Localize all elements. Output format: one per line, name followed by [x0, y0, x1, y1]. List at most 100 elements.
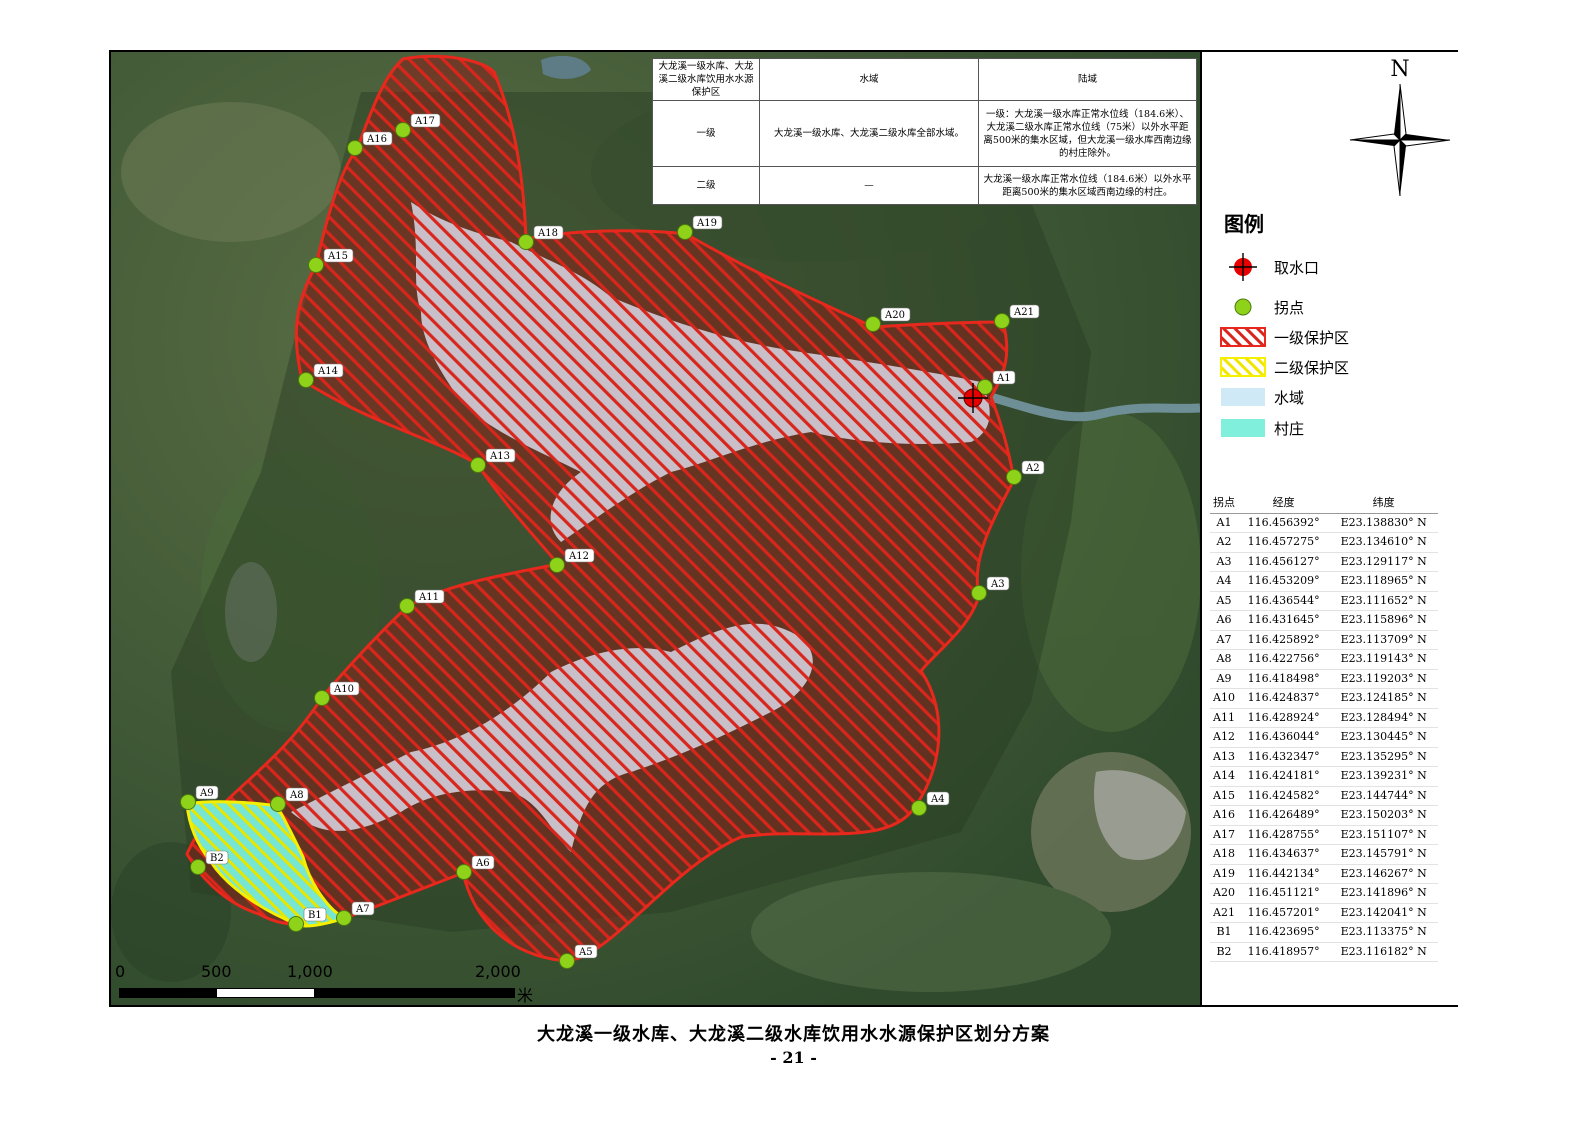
coord-cell-lat: E23.144744° N: [1329, 786, 1438, 806]
legend-item-intake: 取水口: [1220, 253, 1320, 281]
coord-row: A20 116.451121° E23.141896° N: [1210, 883, 1438, 904]
coord-cell-lon: 116.442134°: [1238, 864, 1330, 884]
coord-cell-id: A16: [1210, 805, 1238, 826]
coord-cell-lat: E23.124185° N: [1329, 688, 1438, 709]
point-dot: [270, 796, 286, 812]
coord-cell-lon: 116.434637°: [1238, 844, 1330, 865]
point-dot: [298, 372, 314, 388]
legend-label: 取水口: [1274, 258, 1320, 277]
zone-header-name: 大龙溪一级水库、大龙溪二级水库饮用水水源保护区: [652, 58, 760, 101]
coord-cell-lat: E23.115896° N: [1329, 610, 1438, 631]
zone-water: 大龙溪一级水库、大龙溪二级水库全部水域。: [759, 100, 979, 167]
point-label: A9: [199, 788, 214, 799]
legend-item-water: 水域: [1220, 384, 1304, 410]
yellow-hatch-swatch: [1220, 356, 1266, 378]
coord-cell-lat: E23.119143° N: [1329, 649, 1438, 670]
coord-row: A6 116.431645° E23.115896° N: [1210, 610, 1438, 631]
coord-cell-lon: 116.426489°: [1238, 805, 1330, 826]
coord-row: A21 116.457201° E23.142041° N: [1210, 903, 1438, 923]
coord-cell-id: A7: [1210, 630, 1238, 650]
coord-cell-id: B2: [1210, 942, 1238, 962]
coordinate-table-body: A1 116.456392° E23.138830° N A2 116.457275° E…: [1210, 513, 1438, 962]
coord-row: A17 116.428755° E23.151107° N: [1210, 825, 1438, 845]
coord-cell-lon: 116.436544°: [1238, 591, 1330, 611]
coord-row: A4 116.453209° E23.118965° N: [1210, 571, 1438, 592]
map-frame: A1 A2 A3 A4 A5 A6 A7 A8 A9 A10 A11 A12 A13 A14 A15 A16 A…: [109, 50, 1458, 1007]
intake-icon: [1220, 253, 1266, 281]
coord-row: A18 116.434637° E23.145791° N: [1210, 844, 1438, 865]
coord-row: A5 116.436544° E23.111652° N: [1210, 591, 1438, 611]
point-dot: [971, 585, 987, 601]
coord-cell-lon: 116.432347°: [1238, 747, 1330, 767]
coord-cell-lon: 116.424181°: [1238, 766, 1330, 787]
point-dot: [549, 557, 565, 573]
legend-label: 水域: [1274, 388, 1305, 407]
zone-land: 大龙溪一级水库正常水位线（184.6米）以外水平距离500米的集水区域西南边缘的…: [978, 166, 1197, 205]
point-dot: [190, 859, 206, 875]
figure-caption: 大龙溪一级水库、大龙溪二级水库饮用水水源保护区划分方案: [537, 1024, 1050, 1045]
point-label: A15: [327, 251, 348, 262]
legend-item-point: 拐点: [1220, 294, 1304, 320]
point-dot: [994, 313, 1010, 329]
point-dot: [399, 598, 415, 614]
point-label: A6: [475, 858, 490, 869]
coord-cell-lat: E23.134610° N: [1329, 532, 1438, 553]
coord-row: A13 116.432347° E23.135295° N: [1210, 747, 1438, 767]
coord-row: A1 116.456392° E23.138830° N: [1210, 513, 1438, 533]
coord-cell-lat: E23.118965° N: [1329, 571, 1438, 592]
coord-cell-id: A19: [1210, 864, 1238, 884]
coord-cell-lon: 116.436044°: [1238, 727, 1330, 748]
legend-panel: N 图例 取水口 拐点 一级保护区 二级保护区 水域 村庄 拐点 经度 纬度 A…: [1200, 52, 1458, 1005]
coord-cell-lon: 116.418957°: [1238, 942, 1330, 962]
scale-tick-500: 500: [201, 962, 232, 981]
north-arrow: N: [1344, 56, 1456, 200]
coord-row: A9 116.418498° E23.119203° N: [1210, 669, 1438, 689]
point-dot: [677, 224, 693, 240]
coord-header-lat: 纬度: [1329, 494, 1438, 514]
scale-bar-body: [119, 988, 515, 998]
zone-table-header: 大龙溪一级水库、大龙溪二级水库饮用水水源保护区 水域 陆域: [652, 58, 1197, 101]
coord-cell-lat: E23.111652° N: [1329, 591, 1438, 611]
legend-title: 图例: [1224, 212, 1264, 236]
coord-cell-lon: 116.422756°: [1238, 649, 1330, 670]
coord-row: B1 116.423695° E23.113375° N: [1210, 922, 1438, 943]
coord-cell-lon: 116.428924°: [1238, 708, 1330, 728]
point-label: A1: [996, 373, 1011, 384]
coord-row: A8 116.422756° E23.119143° N: [1210, 649, 1438, 670]
coord-row: A15 116.424582° E23.144744° N: [1210, 786, 1438, 806]
point-label: A3: [990, 579, 1005, 590]
zone-land: 一级：大龙溪一级水库正常水位线（184.6米）、大龙溪二级水库正常水位线（75米…: [978, 100, 1197, 167]
map-canvas[interactable]: A1 A2 A3 A4 A5 A6 A7 A8 A9 A10 A11 A12 A13 A14 A15 A16 A…: [111, 52, 1200, 1005]
coord-cell-lon: 116.457275°: [1238, 532, 1330, 553]
point-dot: [288, 916, 304, 932]
point-dot: [314, 690, 330, 706]
coord-cell-lon: 116.456127°: [1238, 552, 1330, 572]
point-label: A18: [537, 228, 558, 239]
point-label: A12: [568, 551, 589, 562]
point-label: A4: [930, 794, 945, 805]
coord-cell-lat: E23.150203° N: [1329, 805, 1438, 826]
point-dot: [456, 864, 472, 880]
coord-cell-lat: E23.145791° N: [1329, 844, 1438, 865]
coord-cell-lat: E23.113709° N: [1329, 630, 1438, 650]
point-label: A16: [366, 134, 387, 145]
point-label: A8: [289, 790, 304, 801]
coord-row: A14 116.424181° E23.139231° N: [1210, 766, 1438, 787]
coord-cell-id: A4: [1210, 571, 1238, 592]
coord-row: A19 116.442134° E23.146267° N: [1210, 864, 1438, 884]
scale-seg-3: [314, 989, 514, 997]
zone-row-level1: 一级 大龙溪一级水库、大龙溪二级水库全部水域。 一级：大龙溪一级水库正常水位线（…: [652, 100, 1197, 167]
zone-level: 一级: [652, 100, 760, 167]
legend-item-village: 村庄: [1220, 415, 1304, 441]
north-label: N: [1390, 57, 1409, 82]
point-dot: [347, 140, 363, 156]
coord-header-lon: 经度: [1238, 494, 1330, 514]
zone-water: —: [759, 166, 979, 205]
legend-item-level1: 一级保护区: [1220, 324, 1349, 350]
coord-cell-lon: 116.456392°: [1238, 513, 1330, 533]
point-dot: [470, 457, 486, 473]
coord-cell-id: A3: [1210, 552, 1238, 572]
coord-row: A2 116.457275° E23.134610° N: [1210, 532, 1438, 553]
point-label: B2: [210, 853, 224, 864]
coord-cell-lon: 116.424582°: [1238, 786, 1330, 806]
